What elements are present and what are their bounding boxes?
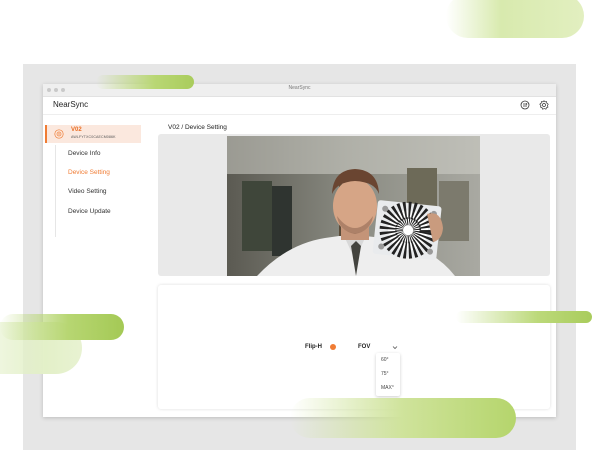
- chevron-down-icon[interactable]: [392, 345, 398, 350]
- app-name: NearSync: [53, 100, 89, 109]
- sidebar-item-device-update[interactable]: Device Update: [68, 208, 111, 215]
- fov-dropdown-menu: 60° 75° MAX°: [376, 353, 400, 396]
- decor-stroke-bottom: [290, 398, 516, 438]
- decor-stroke-right: [456, 311, 592, 323]
- device-serial: AWLFYTXC0CAECM086K: [71, 135, 116, 139]
- camera-preview: [227, 136, 480, 276]
- decor-stroke-left: [0, 314, 124, 340]
- controls-panel: Flip-H FOV 60° 75° MAX°: [158, 285, 550, 409]
- decor-stroke-window: [96, 75, 194, 89]
- device-card[interactable]: V02 AWLFYTXC0CAECM086K: [45, 125, 141, 143]
- fov-option-max[interactable]: MAX°: [381, 385, 394, 391]
- decor-stroke-top: [446, 0, 584, 38]
- flip-h-toggle[interactable]: [330, 344, 336, 350]
- nav-divider: [55, 145, 56, 237]
- camera-icon: [54, 129, 64, 139]
- fov-label: FOV: [358, 344, 371, 350]
- fov-option-75[interactable]: 75°: [381, 371, 389, 377]
- sidebar-item-device-info[interactable]: Device Info: [68, 150, 101, 157]
- settings-icon[interactable]: [539, 100, 549, 110]
- fov-option-60[interactable]: 60°: [381, 357, 389, 363]
- flip-h-label: Flip-H: [305, 344, 322, 350]
- screenshot-stage: NearSync NearSync V02 AWLFYTXC0CAECM086K…: [0, 0, 600, 450]
- device-name: V02: [71, 127, 82, 133]
- sync-icon[interactable]: [520, 100, 530, 110]
- preview-panel: [158, 134, 550, 276]
- sidebar-item-device-setting[interactable]: Device Setting: [68, 169, 110, 176]
- app-header: NearSync: [43, 97, 556, 115]
- sidebar-item-video-setting[interactable]: Video Setting: [68, 188, 107, 195]
- app-window: NearSync NearSync V02 AWLFYTXC0CAECM086K…: [43, 84, 556, 417]
- breadcrumb: V02 / Device Setting: [168, 124, 227, 131]
